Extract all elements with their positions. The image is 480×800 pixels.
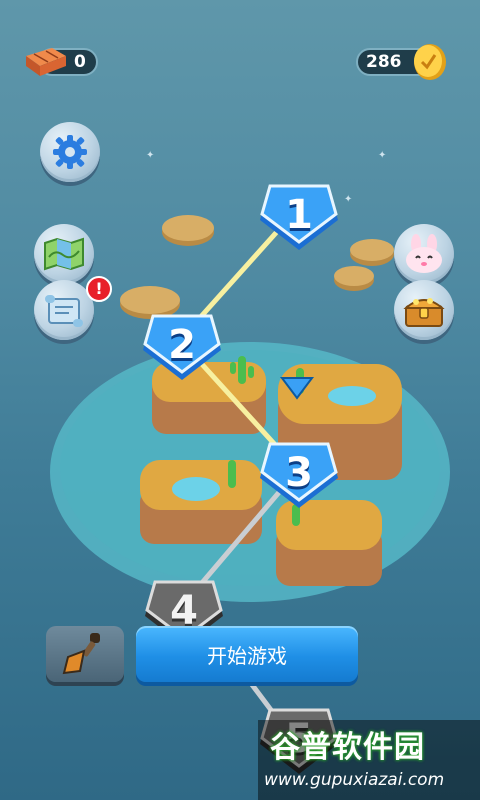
quest-scroll-button[interactable] [34, 280, 94, 340]
map-icon [44, 237, 84, 271]
settings-button[interactable] [40, 122, 100, 182]
coin-icon [414, 44, 446, 80]
alert-badge-text: ! [95, 279, 103, 298]
brick-icon [26, 48, 66, 76]
gear-icon [53, 135, 87, 169]
scroll-icon [45, 295, 83, 327]
watermark-title: 谷普软件园 [270, 730, 425, 765]
alert-badge: ! [86, 276, 112, 302]
start-game-label: 开始游戏 [207, 643, 287, 668]
level-node-1[interactable]: 1 [258, 182, 340, 254]
floating-stones [120, 215, 394, 319]
treasure-chest-icon [403, 298, 445, 327]
shovel-button[interactable] [46, 626, 124, 682]
watermark-url: www.gupuxiazai.com [264, 770, 445, 790]
level-number: 3 [285, 450, 313, 496]
island-bottom-right [276, 500, 382, 586]
coins-count: 286 [366, 52, 402, 72]
level-node-3[interactable]: 3 [258, 440, 340, 512]
shovel-icon [62, 633, 100, 675]
rabbit-button[interactable] [394, 224, 454, 284]
level-number: 1 [285, 192, 313, 238]
bricks-count: 0 [74, 52, 86, 72]
start-game-button[interactable]: 开始游戏 [136, 626, 358, 682]
treasure-chest-button[interactable] [394, 280, 454, 340]
rabbit-icon [406, 234, 442, 273]
level-node-2[interactable]: 2 [141, 312, 223, 384]
level-number: 2 [168, 322, 196, 368]
map-button[interactable] [34, 224, 94, 284]
